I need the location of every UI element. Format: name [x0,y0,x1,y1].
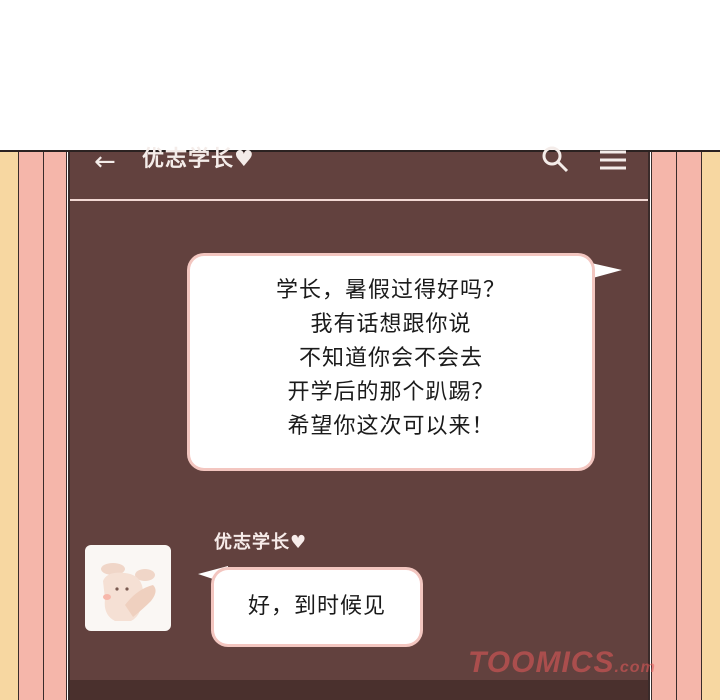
bunny-avatar-icon [101,563,156,621]
left-stripe-pink-inner [44,152,67,700]
menu-icon[interactable] [598,146,628,176]
sent-message-bubble: 学长，暑假过得好吗？ 我有话想跟你说 不知道你会不会去 开学后的那个趴踢？ 希望… [190,256,592,468]
sender-name: 优志学长♥ [214,532,308,553]
sent-message-line: 学长，暑假过得好吗？ [275,278,506,303]
chat-title: 优志学长♥ [142,147,255,172]
left-stripe-yellow [0,152,19,700]
search-icon[interactable] [540,144,570,174]
sent-message-line: 我有话想跟你说 [310,312,472,337]
sent-message-line: 不知道你会不会去 [298,346,483,371]
received-message-text: 好，到时候见 [247,594,386,619]
header-divider [70,199,648,201]
watermark-brand: TOOMICS [468,646,615,679]
toomics-watermark: TOOMICS.com [468,646,656,680]
right-stripe-yellow [701,152,720,700]
footer-bar [70,680,648,700]
right-stripe-pink [676,152,701,700]
received-message-bubble: 好，到时候见 [214,570,420,644]
sent-message-line: 开学后的那个趴踢？ [287,380,495,405]
chat-screen: ← 优志学长♥ 学长，暑假过得好吗？ 我有话想跟你说 不知道你会不会去 开学后的… [68,146,650,700]
watermark-domain: .com [614,659,656,676]
back-arrow-icon[interactable]: ← [94,149,116,175]
avatar[interactable] [85,545,171,631]
right-stripe-pink-inner [651,152,676,700]
left-stripe-pink [19,152,44,700]
chat-header: ← 优志学长♥ [70,146,648,202]
sent-message-line: 希望你这次可以来！ [287,414,495,439]
top-white-gutter [0,0,720,152]
